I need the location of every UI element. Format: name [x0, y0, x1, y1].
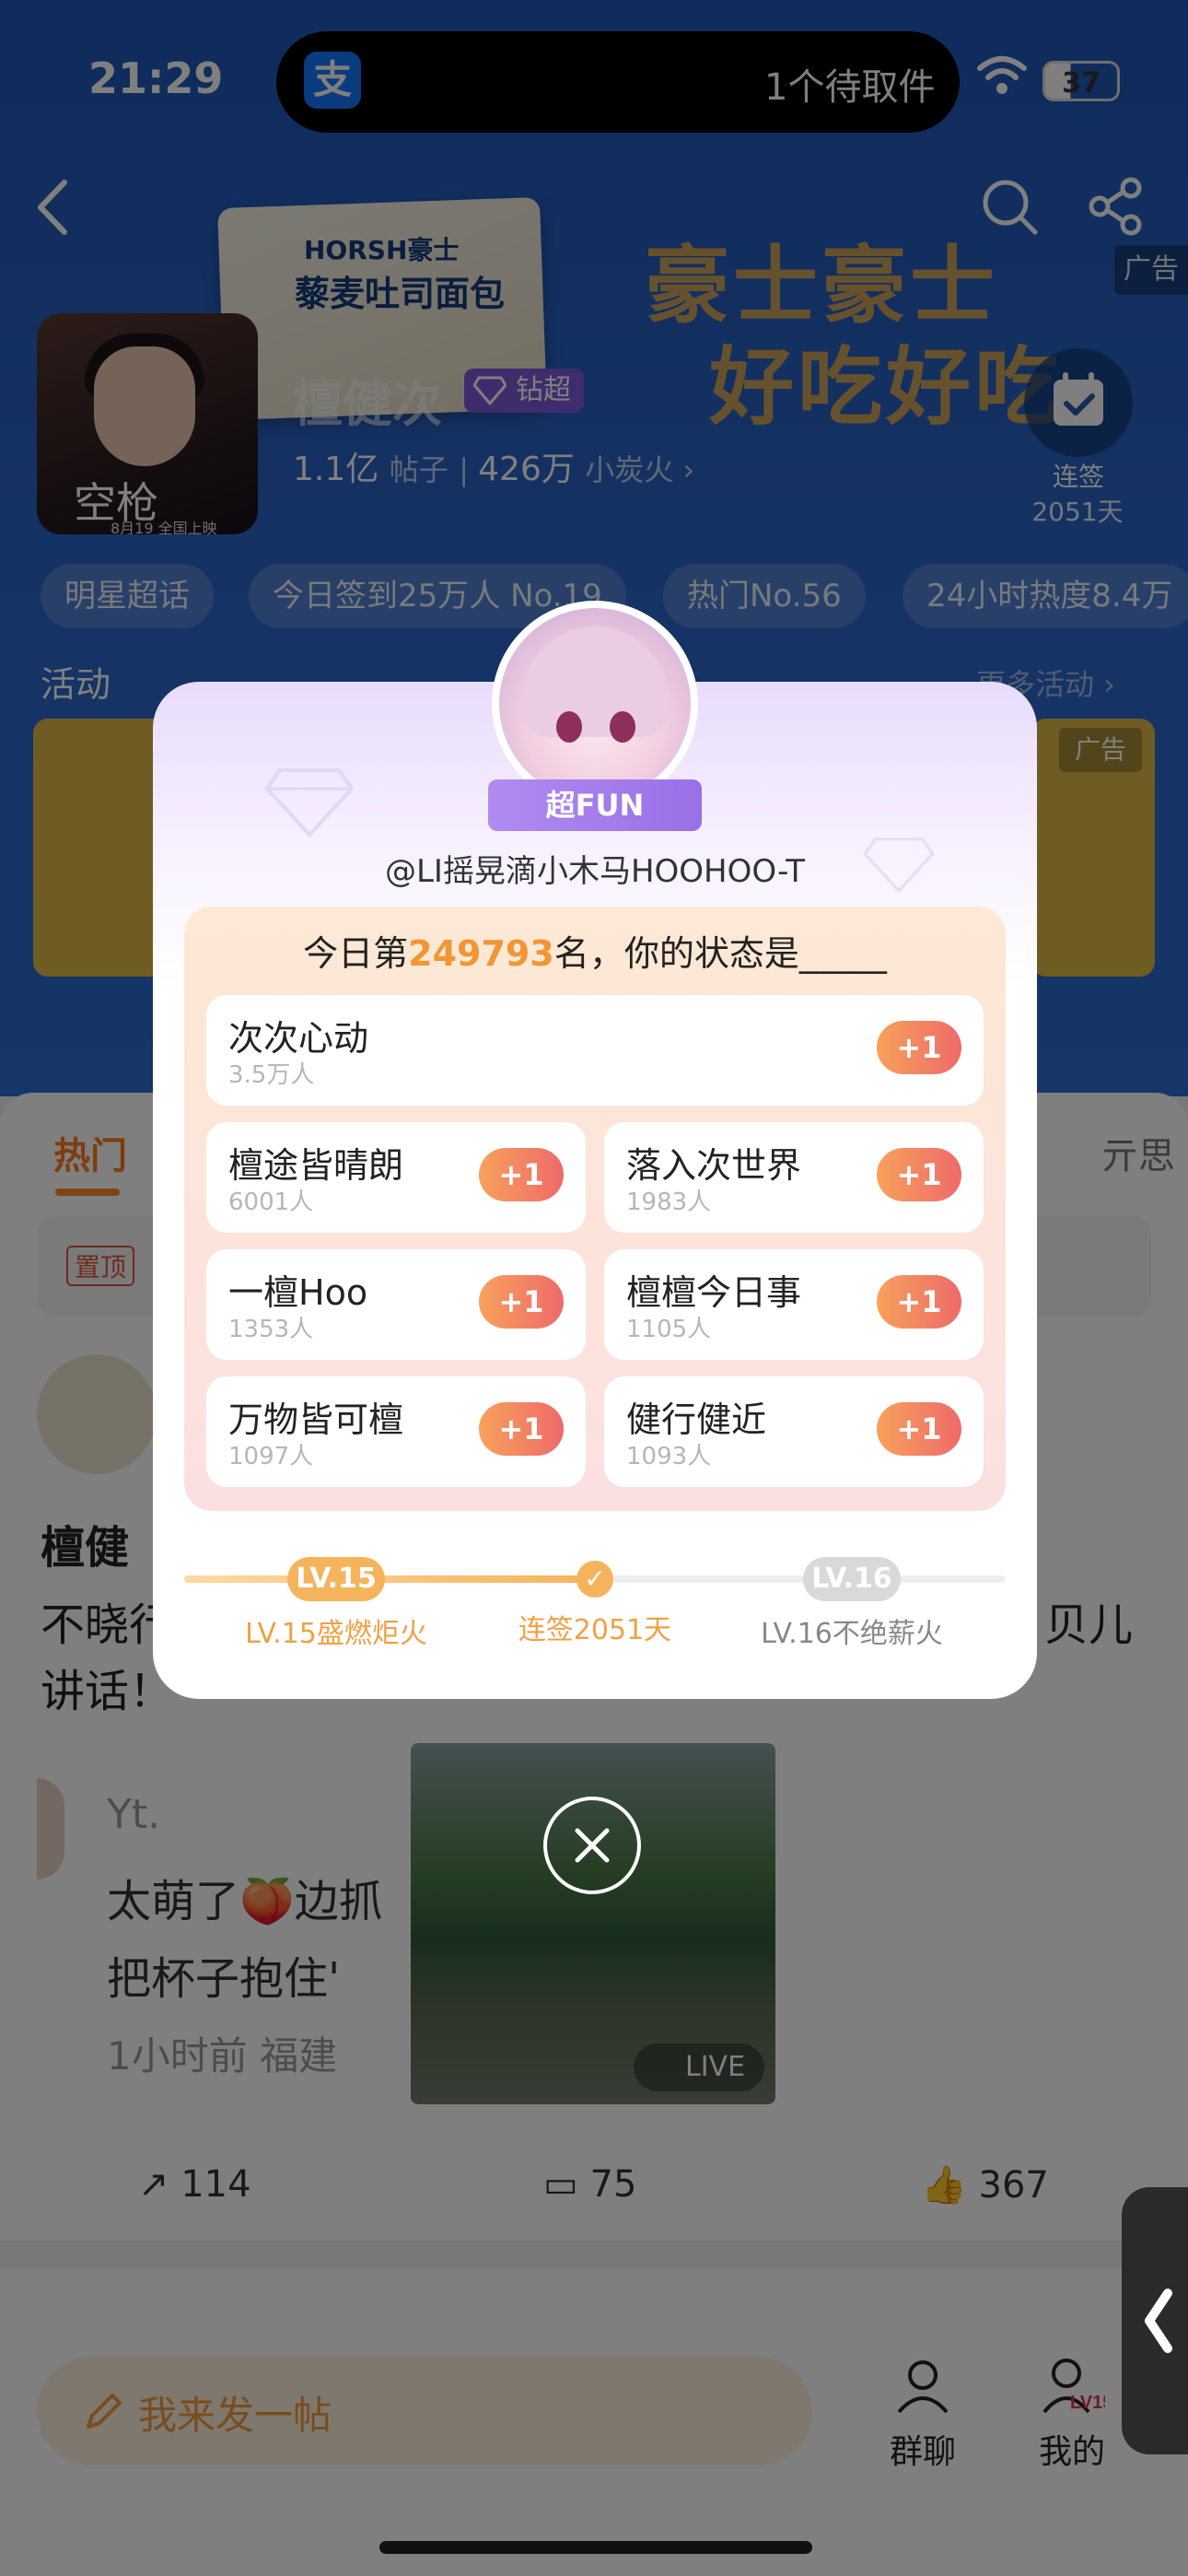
streak-label: 连签2051天	[518, 1614, 672, 1646]
avatar-eye	[610, 711, 635, 743]
status-option-count: 1093人	[626, 1443, 712, 1470]
avatar-eye	[556, 711, 582, 743]
status-option[interactable]: 万物皆可檀 1097人 +1	[206, 1376, 586, 1487]
current-level-label: LV.15盛燃炬火	[245, 1618, 427, 1650]
rank-text: 今日第249793名，你的状态是_____	[184, 925, 1006, 976]
chevron-left-icon	[1145, 2289, 1172, 2353]
close-popup-button[interactable]	[543, 1797, 641, 1894]
status-option-count: 3.5万人	[228, 1061, 315, 1089]
plus-one-button[interactable]: +1	[479, 1275, 564, 1329]
status-option-title: 一檀Hoo	[228, 1272, 368, 1313]
home-indicator[interactable]	[379, 2541, 812, 2554]
plus-one-button[interactable]: +1	[479, 1148, 564, 1201]
status-option-count: 6001人	[228, 1188, 314, 1216]
side-panel-handle[interactable]	[1122, 2187, 1188, 2454]
user-avatar	[492, 601, 698, 807]
rank-prefix: 今日第	[303, 933, 409, 974]
plus-one-button[interactable]: +1	[877, 1275, 961, 1329]
status-option-count: 1105人	[626, 1316, 712, 1343]
current-level-badge: LV.15	[287, 1557, 385, 1601]
avatar-hair	[521, 626, 669, 737]
status-option-title: 万物皆可檀	[228, 1399, 404, 1440]
status-option-title: 檀途皆晴朗	[228, 1145, 404, 1186]
next-level-label: LV.16不绝薪火	[761, 1618, 943, 1650]
status-option[interactable]: 一檀Hoo 1353人 +1	[206, 1249, 586, 1360]
status-option[interactable]: 檀檀今日事 1105人 +1	[604, 1249, 984, 1360]
plus-one-button[interactable]: +1	[877, 1402, 961, 1456]
popup-username: @LI摇晃滴小木马HOOHOO-T	[384, 853, 805, 890]
close-icon	[575, 1828, 610, 1863]
plus-one-button[interactable]: +1	[877, 1021, 961, 1074]
next-level-badge: LV.16	[803, 1557, 901, 1601]
rank-suffix: 名，你的状态是_____	[553, 933, 887, 974]
rank-number: 249793	[408, 933, 554, 974]
status-option[interactable]: 落入次世界 1983人 +1	[604, 1122, 984, 1233]
status-option-count: 1983人	[626, 1188, 712, 1216]
plus-one-button[interactable]: +1	[479, 1402, 564, 1456]
status-option-title: 落入次世界	[626, 1145, 802, 1186]
status-option-count: 1097人	[228, 1443, 314, 1470]
status-option[interactable]: 健行健近 1093人 +1	[604, 1376, 984, 1487]
status-option[interactable]: 檀途皆晴朗 6001人 +1	[206, 1122, 586, 1233]
plus-one-button[interactable]: +1	[877, 1148, 961, 1201]
level-progress-fill	[184, 1575, 595, 1583]
status-option-title: 次次心动	[228, 1018, 369, 1059]
status-option-title: 健行健近	[626, 1399, 767, 1440]
status-option-title: 檀檀今日事	[626, 1272, 802, 1313]
checkmark-icon: ✓	[577, 1561, 613, 1598]
status-option-count: 1353人	[228, 1316, 314, 1343]
super-fun-badge: 超FUN	[488, 779, 702, 831]
status-option[interactable]: 次次心动 3.5万人 +1	[206, 995, 984, 1106]
diamond-decoration-icon	[264, 768, 355, 837]
